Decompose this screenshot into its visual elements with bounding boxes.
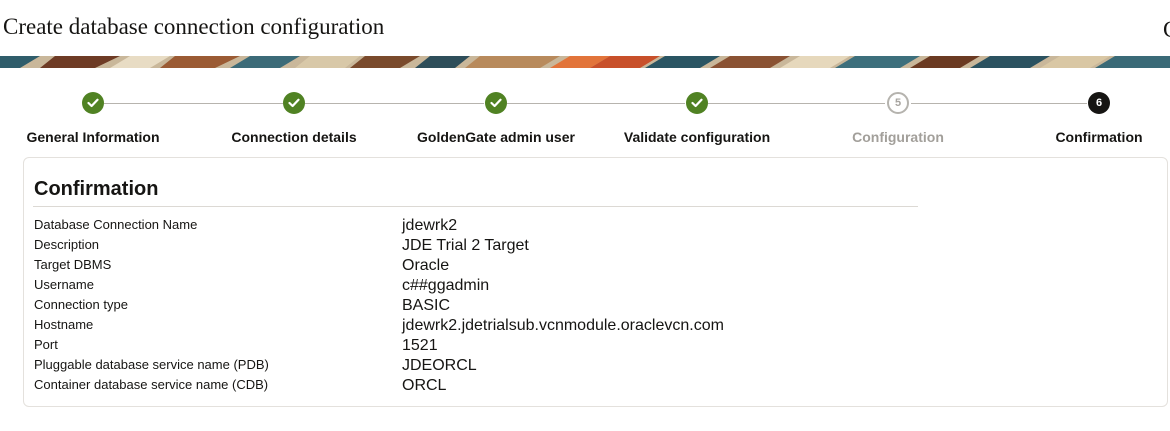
train-stop-configuration[interactable]: 5 (887, 92, 909, 114)
summary-value: JDEORCL (402, 357, 477, 374)
train-connector (911, 103, 1087, 104)
title-divider (33, 206, 918, 207)
summary-label: Description (34, 237, 100, 252)
summary-list: Database Connection Name jdewrk2 Descript… (34, 215, 934, 395)
summary-row: Database Connection Name jdewrk2 (34, 215, 934, 235)
train-connector (104, 103, 283, 104)
check-icon (490, 98, 502, 108)
train-label-general-information[interactable]: General Information (26, 129, 159, 145)
progress-train: 5 6 General Information Connection detai… (0, 88, 1170, 148)
check-icon (691, 98, 703, 108)
summary-value: BASIC (402, 297, 451, 314)
summary-row: Description JDE Trial 2 Target (34, 235, 934, 255)
train-label-goldengate-admin-user[interactable]: GoldenGate admin user (417, 129, 575, 145)
summary-label: Database Connection Name (34, 217, 198, 232)
train-connector (507, 103, 685, 104)
summary-label: Port (34, 337, 58, 352)
summary-row: Hostname jdewrk2.jdetrialsub.vcnmodule.or… (34, 315, 934, 335)
train-stop-goldengate-admin-user[interactable] (485, 92, 507, 114)
train-connector (305, 103, 484, 104)
train-stop-general-information[interactable] (82, 92, 104, 114)
summary-label: Container database service name (CDB) (34, 377, 269, 392)
summary-value: JDE Trial 2 Target (402, 237, 529, 254)
train-connector (708, 103, 885, 104)
train-label-validate-configuration[interactable]: Validate configuration (624, 129, 770, 145)
decorative-banner (0, 56, 1170, 68)
summary-row: Username c##ggadmin (34, 275, 934, 295)
summary-value: ORCL (402, 377, 447, 394)
summary-label: Hostname (34, 317, 94, 332)
check-icon (288, 98, 300, 108)
summary-value: jdewrk2.jdetrialsub.vcnmodule.oraclevcn.… (402, 317, 724, 334)
summary-row: Container database service name (CDB) ORC… (34, 375, 934, 395)
summary-label: Username (34, 277, 94, 292)
summary-value: 1521 (402, 337, 438, 354)
train-label-configuration[interactable]: Configuration (852, 129, 944, 145)
summary-row: Port 1521 (34, 335, 934, 355)
summary-row: Connection type BASIC (34, 295, 934, 315)
summary-label: Target DBMS (34, 257, 112, 272)
summary-row: Pluggable database service name (PDB) JDE… (34, 355, 934, 375)
train-label-connection-details[interactable]: Connection details (231, 129, 356, 145)
summary-value: c##ggadmin (402, 277, 490, 294)
summary-value: jdewrk2 (402, 217, 458, 234)
summary-row: Target DBMS Oracle (34, 255, 934, 275)
page-title: Create database connection configuration (3, 14, 385, 39)
summary-label: Pluggable database service name (PDB) (34, 357, 269, 372)
confirmation-title: Confirmation (34, 178, 159, 200)
train-stop-confirmation[interactable]: 6 (1088, 92, 1110, 114)
train-stop-validate-configuration[interactable] (686, 92, 708, 114)
summary-value: Oracle (402, 257, 450, 274)
page-title-overflow: C (1163, 14, 1170, 46)
train-label-confirmation[interactable]: Confirmation (1055, 129, 1142, 145)
summary-label: Connection type (34, 297, 128, 312)
train-stop-connection-details[interactable] (283, 92, 305, 114)
check-icon (87, 98, 99, 108)
